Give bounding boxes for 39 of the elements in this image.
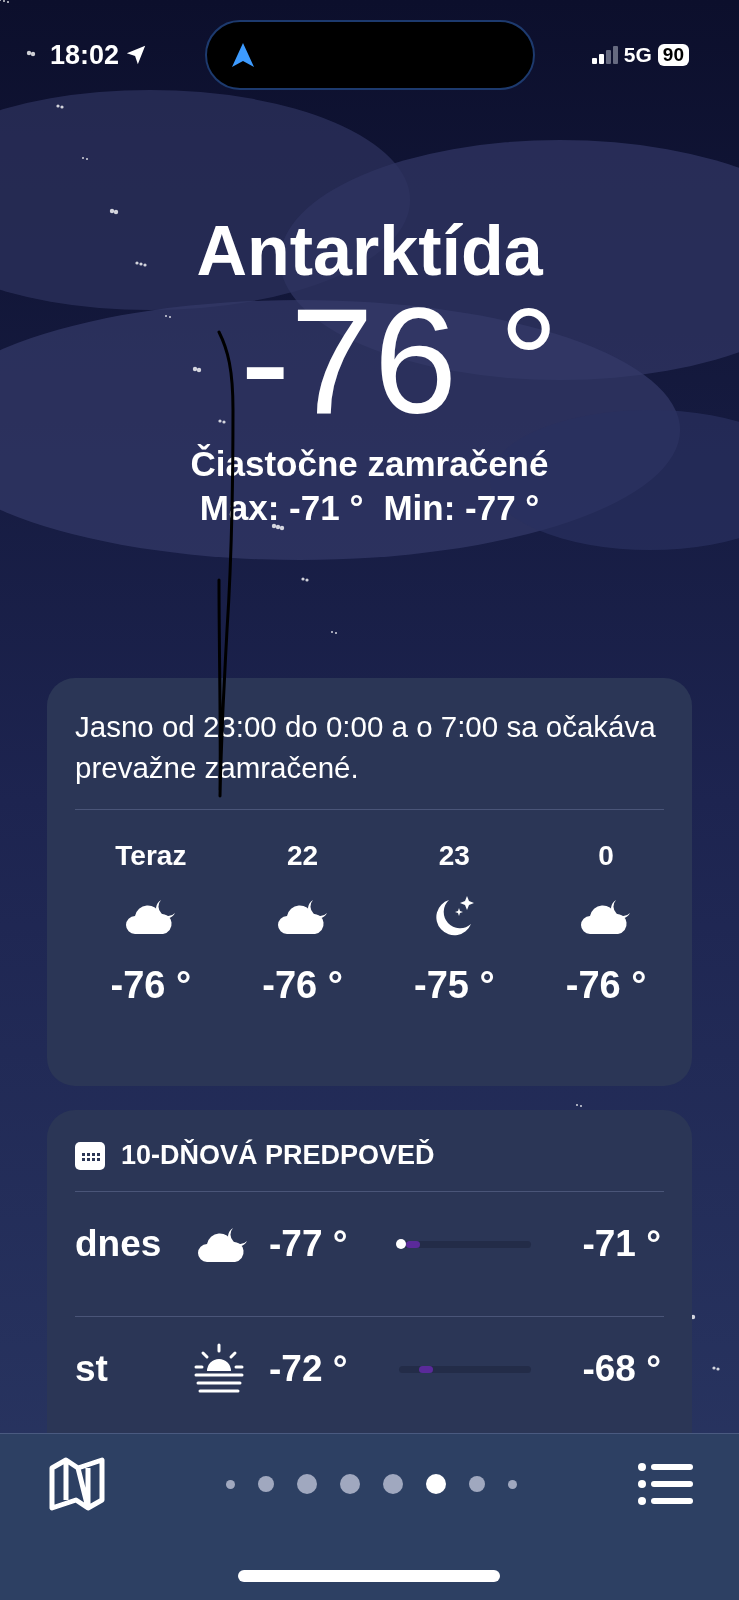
battery-level: 90 [657, 44, 689, 66]
sunrise-icon [193, 1343, 245, 1395]
max-temperature: Max: -71 ° [199, 488, 364, 528]
hour-temperature: -76 ° [262, 963, 343, 1007]
city-name: Antarktída [196, 216, 543, 286]
low-temperature: -72 ° [269, 1348, 349, 1390]
current-temperature: -76 ° [240, 286, 559, 436]
weather-condition: Čiastočne zamračené [190, 444, 549, 484]
hour-label: 23 [438, 839, 470, 872]
page-dot[interactable] [469, 1476, 485, 1492]
high-temperature: -71 ° [581, 1223, 661, 1265]
clock: 18:02 [50, 39, 120, 71]
signal-icon [591, 46, 618, 64]
forecast-summary: Jasno od 23:00 do 0:00 a o 7:00 sa očakáva prevažne zamračené. [75, 709, 657, 787]
page-dot[interactable] [426, 1474, 446, 1494]
navigation-arrow-icon [230, 42, 255, 68]
page-dot[interactable] [297, 1474, 317, 1494]
location-arrow-icon [125, 44, 148, 66]
page-dot[interactable] [340, 1474, 360, 1494]
low-temperature: -77 ° [269, 1223, 349, 1265]
day-label: st [75, 1348, 109, 1390]
hour-temperature: -76 ° [565, 963, 647, 1007]
hour-temperature: -76 ° [110, 963, 192, 1007]
page-dot[interactable] [258, 1476, 274, 1492]
calendar-icon [75, 1141, 105, 1170]
hour-label: Teraz [115, 839, 187, 872]
day-label: dnes [75, 1223, 163, 1265]
page-dot[interactable] [383, 1474, 403, 1494]
hour-temperature: -75 ° [414, 963, 495, 1007]
network-label: 5G [623, 43, 652, 67]
map-button[interactable] [48, 1456, 106, 1512]
list-button[interactable] [637, 1462, 695, 1506]
page-dot[interactable] [226, 1479, 235, 1489]
min-temperature: Min: -77 ° [383, 488, 540, 528]
high-temperature: -68 ° [581, 1348, 661, 1390]
page-dot[interactable] [508, 1479, 517, 1489]
hour-label: 0 [598, 839, 614, 872]
forecast-title: 10-DŇOVÁ PREDPOVEĎ [121, 1140, 435, 1171]
hour-label: 22 [287, 839, 319, 872]
